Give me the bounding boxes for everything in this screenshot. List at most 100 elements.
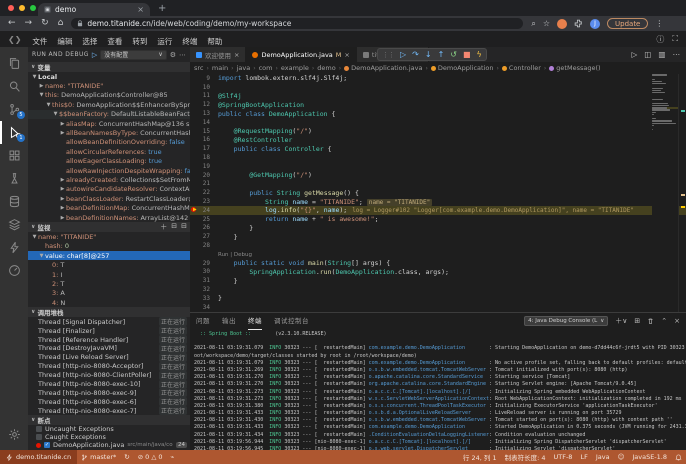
run-icon[interactable]: ▷ xyxy=(632,50,638,59)
database-icon[interactable] xyxy=(0,190,28,213)
step-into-icon[interactable]: ↓ xyxy=(425,50,432,59)
thread-row[interactable]: Thread [DestroyJavaVM]正在运行 xyxy=(28,344,190,353)
test-beaker-icon[interactable] xyxy=(0,167,28,190)
watch-row[interactable]: hash:0 xyxy=(28,242,190,251)
close-tab-icon[interactable]: × xyxy=(137,5,144,14)
callstack-section-header[interactable]: ∨调用堆栈 xyxy=(28,307,190,317)
expand-chevron-icon[interactable]: ▶ xyxy=(59,196,66,202)
gutter-glyph[interactable]: ▶ xyxy=(190,206,198,215)
watch-row[interactable]: 4:N xyxy=(28,298,190,307)
gutter-glyph[interactable] xyxy=(190,294,198,303)
profile-avatar[interactable]: J xyxy=(590,19,600,29)
thread-row[interactable]: Thread [http-nio-8080-Acceptor]正在运行 xyxy=(28,362,190,371)
gutter-glyph[interactable] xyxy=(190,109,198,118)
gutter-glyph[interactable] xyxy=(190,285,198,294)
expand-chevron-icon[interactable]: ▶ xyxy=(59,130,66,136)
debug-config-select[interactable]: 没有配置∨ xyxy=(100,50,166,60)
restart-icon[interactable]: ↺ xyxy=(450,50,457,59)
zoom-window-button[interactable] xyxy=(30,5,36,11)
expand-chevron-icon[interactable]: ▼ xyxy=(52,111,59,117)
gutter-glyph[interactable] xyxy=(190,171,198,180)
maximize-panel-icon[interactable]: ⌃ xyxy=(661,317,667,325)
breakpoints-section-header[interactable]: ∨断点 xyxy=(28,415,190,425)
chrome-update-button[interactable]: Update xyxy=(607,18,648,29)
breadcrumb-item[interactable]: src xyxy=(194,64,204,72)
add-watch-icon[interactable]: ＋ xyxy=(160,222,167,232)
gutter-glyph[interactable] xyxy=(190,197,198,206)
expand-chevron-icon[interactable]: ▼ xyxy=(31,234,38,240)
zoom-lens-icon[interactable]: ⌕ xyxy=(531,19,535,29)
extensions-puzzle-icon[interactable] xyxy=(574,19,583,28)
expand-chevron-icon[interactable]: ▼ xyxy=(38,92,45,98)
gutter-glyph[interactable] xyxy=(190,250,198,259)
expand-chevron-icon[interactable]: ▼ xyxy=(38,253,45,259)
gutter-glyph[interactable] xyxy=(190,259,198,268)
expand-chevron-icon[interactable]: ▶ xyxy=(59,177,66,183)
sync-indicator[interactable]: ↻ xyxy=(120,453,133,461)
source-control-icon[interactable]: 5 xyxy=(0,98,28,121)
variable-row[interactable]: allowEagerClassLoading:true xyxy=(28,157,190,166)
breadcrumb-item[interactable]: main xyxy=(212,64,228,72)
close-tab-icon[interactable]: × xyxy=(344,51,349,59)
breakpoint-row[interactable]: Uncaught Exceptions xyxy=(28,425,190,433)
debug-gear-icon[interactable]: ⚙ xyxy=(170,51,176,59)
screencast-icon[interactable]: ⛶ xyxy=(672,34,678,45)
hot-code-replace-icon[interactable]: ϟ xyxy=(477,50,482,59)
variable-row[interactable]: allowBeanDefinitionOverriding:false xyxy=(28,138,190,147)
breakpoint-checkbox[interactable] xyxy=(36,434,42,440)
gutter-glyph[interactable] xyxy=(190,92,198,101)
watch-row[interactable]: 3:A xyxy=(28,289,190,298)
expand-chevron-icon[interactable]: ▶ xyxy=(38,83,45,89)
expand-chevron-icon[interactable]: ▶ xyxy=(59,215,66,221)
breadcrumb-item[interactable]: example xyxy=(281,64,309,72)
variable-row[interactable]: allowCircularReferences:true xyxy=(28,147,190,156)
breadcrumb-item[interactable]: DemoApplication.java xyxy=(344,64,422,72)
eol[interactable]: LF xyxy=(576,453,591,461)
feedback-icon[interactable]: ☺ xyxy=(614,453,629,461)
editor-tab-欢迎使用[interactable]: 欢迎使用× xyxy=(190,47,246,62)
gutter-glyph[interactable] xyxy=(190,118,198,127)
variable-row[interactable]: ▶alreadyCreated:Collections$SetFromMap@1… xyxy=(28,175,190,184)
panel-tab-输出[interactable]: 输出 xyxy=(222,313,236,330)
gutter-glyph[interactable] xyxy=(190,188,198,197)
minimap[interactable] xyxy=(652,74,678,312)
new-tab-button[interactable]: + xyxy=(158,3,166,14)
thread-row[interactable]: Thread [Reference Handler]正在运行 xyxy=(28,335,190,344)
notifications-bell-icon[interactable] xyxy=(671,454,686,461)
gutter-glyph[interactable] xyxy=(190,215,198,224)
gutter-glyph[interactable] xyxy=(190,232,198,241)
split-terminal-icon[interactable]: ⊞ xyxy=(634,317,640,325)
search-icon[interactable] xyxy=(0,75,28,98)
variable-row[interactable]: ▼Local xyxy=(28,72,190,81)
thread-row[interactable]: Thread [Finalizer]正在运行 xyxy=(28,326,190,335)
terminal-select[interactable]: 4: Java Debug Console (L∨ xyxy=(524,316,608,326)
thread-row[interactable]: Thread [http-nio-8080-ClientPoller]正在运行 xyxy=(28,371,190,380)
gutter-glyph[interactable] xyxy=(190,224,198,233)
breadcrumb-item[interactable]: demo xyxy=(317,64,335,72)
breadcrumb-item[interactable]: getMessage() xyxy=(549,64,600,72)
sidebar-more-icon[interactable]: ⋯ xyxy=(179,51,186,59)
gutter-glyph[interactable] xyxy=(190,276,198,285)
close-panel-icon[interactable]: × xyxy=(674,317,680,325)
menu-item-帮助[interactable]: 帮助 xyxy=(202,37,227,46)
chrome-menu-icon[interactable]: ⋮ xyxy=(655,19,663,28)
back-button[interactable]: ← xyxy=(8,16,16,31)
indentation[interactable]: 制表符长度: 4 xyxy=(501,452,550,462)
extension-avatar-icon[interactable] xyxy=(557,19,567,29)
gutter-glyph[interactable] xyxy=(190,180,198,189)
variable-row[interactable]: ▼this:DemoApplication$Controller@85 xyxy=(28,91,190,100)
status-tool-icon[interactable]: ⌁ xyxy=(166,453,178,461)
continue-icon[interactable]: ▷ xyxy=(400,50,406,59)
remote-indicator[interactable]: demo.titanide.cn xyxy=(0,450,77,464)
breakpoint-row[interactable]: ✓DemoApplication.javasrc/main/java/com/e… xyxy=(28,441,190,449)
gutter-glyph[interactable] xyxy=(190,74,198,83)
variable-row[interactable]: ▼this$0:DemoApplication$$EnhancerBySprin… xyxy=(28,100,190,109)
panel-tab-问题[interactable]: 问题 xyxy=(196,313,210,330)
expand-chevron-icon[interactable]: ▼ xyxy=(45,102,52,108)
menu-item-编辑[interactable]: 编辑 xyxy=(52,37,77,46)
breadcrumb-item[interactable]: com xyxy=(259,64,273,72)
breadcrumb[interactable]: src›main›java›com›example›demo›DemoAppli… xyxy=(190,62,686,74)
gutter-glyph[interactable] xyxy=(190,303,198,312)
gear-icon[interactable] xyxy=(0,423,28,446)
breadcrumb-item[interactable]: Controller xyxy=(502,64,541,72)
